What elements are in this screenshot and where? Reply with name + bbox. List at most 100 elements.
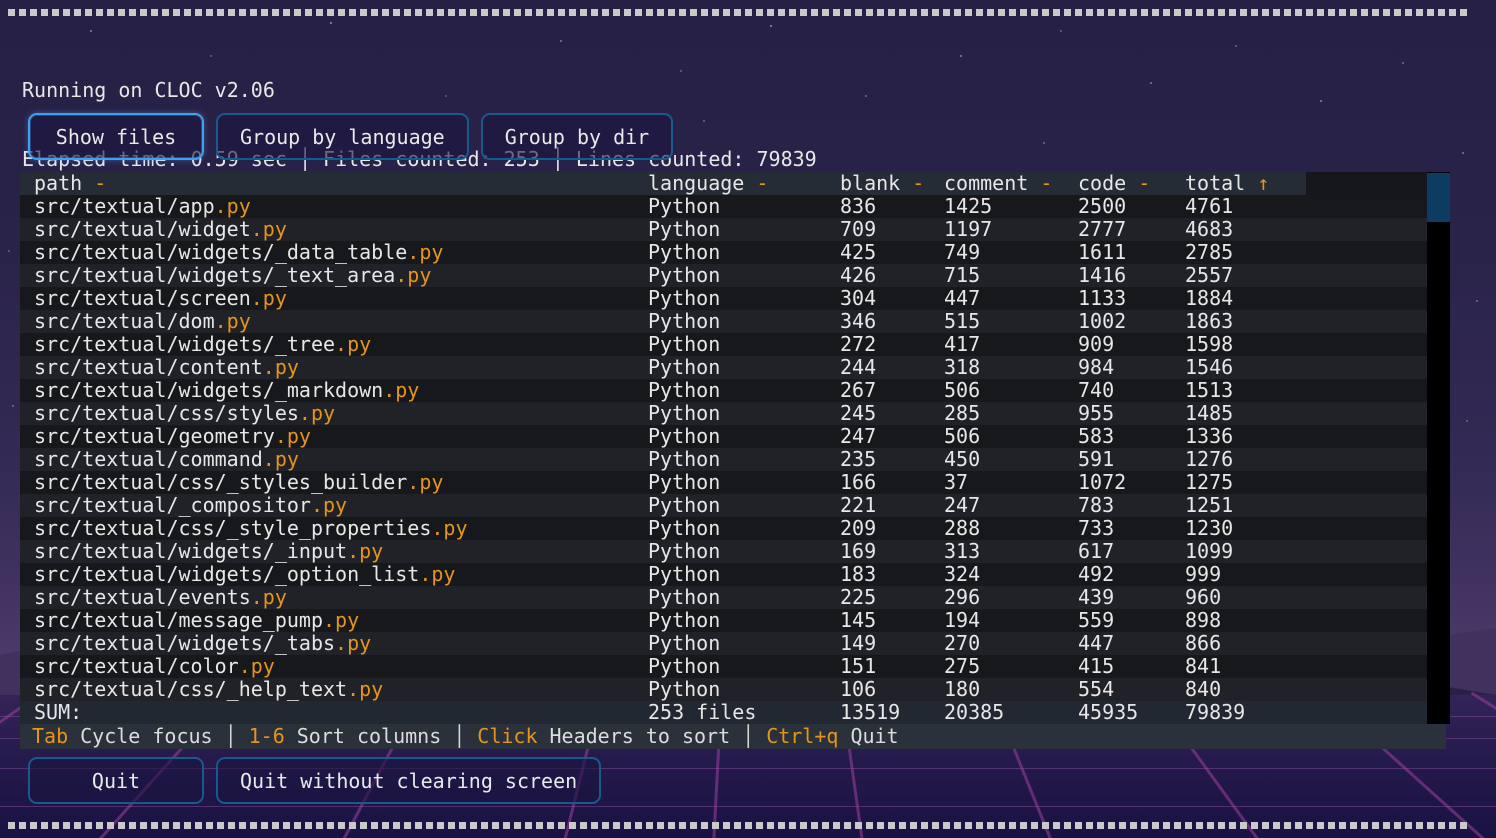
table-row[interactable]: src/textual/widgets/_tree.py Python 272 … (20, 333, 1427, 356)
table-row[interactable]: src/textual/app.py Python 836 1425 2500 … (20, 195, 1427, 218)
code-cell: 733 (1078, 517, 1185, 540)
total-cell: 1230 (1185, 517, 1306, 540)
path-cell: src/textual/css/_help_text.py (20, 678, 648, 701)
column-header-path[interactable]: path - (20, 172, 648, 195)
total-cell: 4761 (1185, 195, 1306, 218)
file-extension-text: .py (395, 264, 431, 287)
comment-cell: 515 (944, 310, 1078, 333)
filler-cell (1306, 264, 1427, 287)
blank-cell: 247 (840, 425, 944, 448)
table-row[interactable]: src/textual/screen.py Python 304 447 113… (20, 287, 1427, 310)
sum-blank-cell: 13519 (840, 701, 944, 724)
sort-indicator: ↑ (1245, 172, 1269, 195)
path-cell: src/textual/widgets/_markdown.py (20, 379, 648, 402)
filler-cell (1306, 218, 1427, 241)
column-header-code[interactable]: code - (1078, 172, 1185, 195)
filler-cell (1306, 241, 1427, 264)
show-files-button[interactable]: Show files (28, 113, 204, 160)
total-cell: 1598 (1185, 333, 1306, 356)
comment-cell: 1197 (944, 218, 1078, 241)
group-by-language-button[interactable]: Group by language (216, 113, 469, 160)
path-text: src/textual/css/_styles_builder (34, 471, 407, 494)
table-row[interactable]: src/textual/widget.py Python 709 1197 27… (20, 218, 1427, 241)
code-cell: 591 (1078, 448, 1185, 471)
blank-cell: 426 (840, 264, 944, 287)
scrollbar-thumb[interactable] (1427, 173, 1450, 222)
inline-bottom-border (8, 822, 1470, 829)
table-row[interactable]: src/textual/_compositor.py Python 221 24… (20, 494, 1427, 517)
column-header-total[interactable]: total ↑ (1185, 172, 1306, 195)
footer-description[interactable]: Cycle focus (80, 724, 212, 749)
column-label: path (34, 172, 82, 195)
table-row[interactable]: src/textual/css/_styles_builder.py Pytho… (20, 471, 1427, 494)
table-row[interactable]: src/textual/widgets/_markdown.py Python … (20, 379, 1427, 402)
filler-cell (1306, 678, 1427, 701)
language-cell: Python (648, 356, 840, 379)
comment-cell: 506 (944, 425, 1078, 448)
comment-cell: 180 (944, 678, 1078, 701)
code-cell: 583 (1078, 425, 1185, 448)
table-row[interactable]: src/textual/widgets/_data_table.py Pytho… (20, 241, 1427, 264)
table-sum-row[interactable]: SUM: 253 files 13519 20385 45935 79839 (20, 701, 1427, 724)
path-text: src/textual/_compositor (34, 494, 311, 517)
footer-separator: │ (453, 724, 465, 749)
footer-key[interactable]: Ctrl+q (766, 724, 838, 749)
total-cell: 840 (1185, 678, 1306, 701)
path-cell: src/textual/color.py (20, 655, 648, 678)
footer-key[interactable]: 1-6 (249, 724, 285, 749)
column-header-language[interactable]: language - (648, 172, 840, 195)
table-row[interactable]: src/textual/content.py Python 244 318 98… (20, 356, 1427, 379)
table-row[interactable]: src/textual/css/_help_text.py Python 106… (20, 678, 1427, 701)
table-row[interactable]: src/textual/color.py Python 151 275 415 … (20, 655, 1427, 678)
filler-cell (1306, 609, 1427, 632)
total-cell: 898 (1185, 609, 1306, 632)
table-row[interactable]: src/textual/css/styles.py Python 245 285… (20, 402, 1427, 425)
table-row[interactable]: src/textual/command.py Python 235 450 59… (20, 448, 1427, 471)
table-row[interactable]: src/textual/message_pump.py Python 145 1… (20, 609, 1427, 632)
footer-description[interactable]: Sort columns (297, 724, 442, 749)
table-row[interactable]: src/textual/events.py Python 225 296 439… (20, 586, 1427, 609)
path-cell: src/textual/widgets/_option_list.py (20, 563, 648, 586)
quit-no-clear-button[interactable]: Quit without clearing screen (216, 757, 601, 804)
table-row[interactable]: src/textual/dom.py Python 346 515 1002 1… (20, 310, 1427, 333)
path-text: src/textual/css/styles (34, 402, 299, 425)
vertical-scrollbar[interactable] (1427, 172, 1450, 724)
file-extension-text: .py (251, 218, 287, 241)
comment-cell: 1425 (944, 195, 1078, 218)
blank-cell: 709 (840, 218, 944, 241)
path-text: src/textual/widgets/_markdown (34, 379, 383, 402)
table-row[interactable]: src/textual/geometry.py Python 247 506 5… (20, 425, 1427, 448)
language-cell: Python (648, 310, 840, 333)
path-cell: src/textual/css/styles.py (20, 402, 648, 425)
comment-cell: 417 (944, 333, 1078, 356)
file-extension-text: .py (335, 632, 371, 655)
language-cell: Python (648, 632, 840, 655)
blank-cell: 209 (840, 517, 944, 540)
table-row[interactable]: src/textual/css/_style_properties.py Pyt… (20, 517, 1427, 540)
column-header-blank[interactable]: blank - (840, 172, 944, 195)
language-cell: Python (648, 402, 840, 425)
path-text: src/textual/widgets/_data_table (34, 241, 407, 264)
comment-cell: 247 (944, 494, 1078, 517)
code-cell: 2777 (1078, 218, 1185, 241)
table-row[interactable]: src/textual/widgets/_text_area.py Python… (20, 264, 1427, 287)
group-by-dir-button[interactable]: Group by dir (481, 113, 674, 160)
table-header-filler (1306, 172, 1427, 195)
code-cell: 1072 (1078, 471, 1185, 494)
footer-description[interactable]: Headers to sort (550, 724, 731, 749)
table-header-row: path -language -blank -comment -code -to… (20, 172, 1427, 195)
path-cell: src/textual/geometry.py (20, 425, 648, 448)
total-cell: 1251 (1185, 494, 1306, 517)
table-row[interactable]: src/textual/widgets/_option_list.py Pyth… (20, 563, 1427, 586)
quit-button[interactable]: Quit (28, 757, 204, 804)
code-cell: 492 (1078, 563, 1185, 586)
table-row[interactable]: src/textual/widgets/_input.py Python 169… (20, 540, 1427, 563)
footer-key[interactable]: Tab (32, 724, 68, 749)
footer-key[interactable]: Click (477, 724, 537, 749)
blank-cell: 106 (840, 678, 944, 701)
footer-description[interactable]: Quit (850, 724, 898, 749)
column-header-comment[interactable]: comment - (944, 172, 1078, 195)
language-cell: Python (648, 563, 840, 586)
path-text: src/textual/color (34, 655, 239, 678)
table-row[interactable]: src/textual/widgets/_tabs.py Python 149 … (20, 632, 1427, 655)
